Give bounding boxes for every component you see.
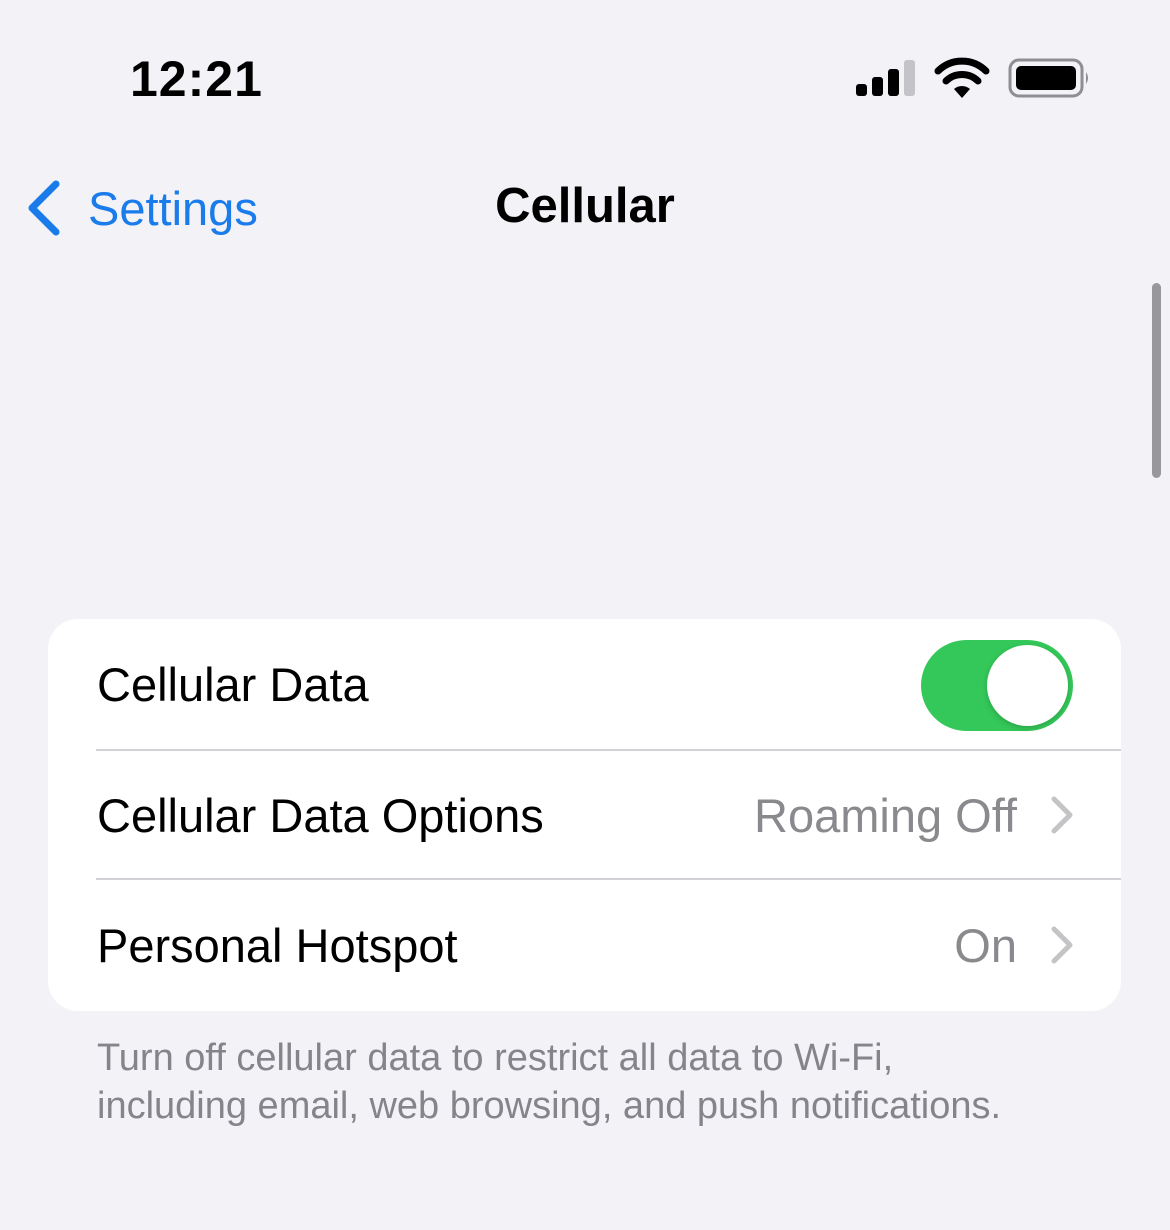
row-label: Personal Hotspot: [97, 918, 458, 972]
footer-note: Turn off cellular data to restrict all d…: [97, 1037, 1002, 1127]
page-title: Cellular: [495, 179, 675, 233]
row-value: On: [954, 918, 1017, 972]
row-value: Roaming Off: [754, 788, 1017, 842]
chevron-right-icon: [1051, 796, 1073, 834]
cellular-signal-icon: [856, 60, 916, 96]
row-label: Cellular Data Options: [97, 788, 544, 842]
toggle-knob: [987, 645, 1068, 726]
battery-icon: [1008, 58, 1088, 98]
row-label: Cellular Data: [97, 657, 369, 711]
chevron-right-icon: [1051, 926, 1073, 964]
wifi-icon: [934, 57, 990, 98]
settings-group: Cellular Data Cellular Data Options Roam…: [48, 619, 1121, 1011]
cellular-data-row: Cellular Data: [48, 619, 1121, 749]
cellular-data-options-row[interactable]: Cellular Data Options Roaming Off: [48, 750, 1121, 880]
cellular-data-toggle[interactable]: [921, 640, 1073, 731]
scrollbar[interactable]: [1152, 283, 1161, 478]
status-time: 12:21: [130, 51, 263, 107]
personal-hotspot-row[interactable]: Personal Hotspot On: [48, 880, 1121, 1010]
